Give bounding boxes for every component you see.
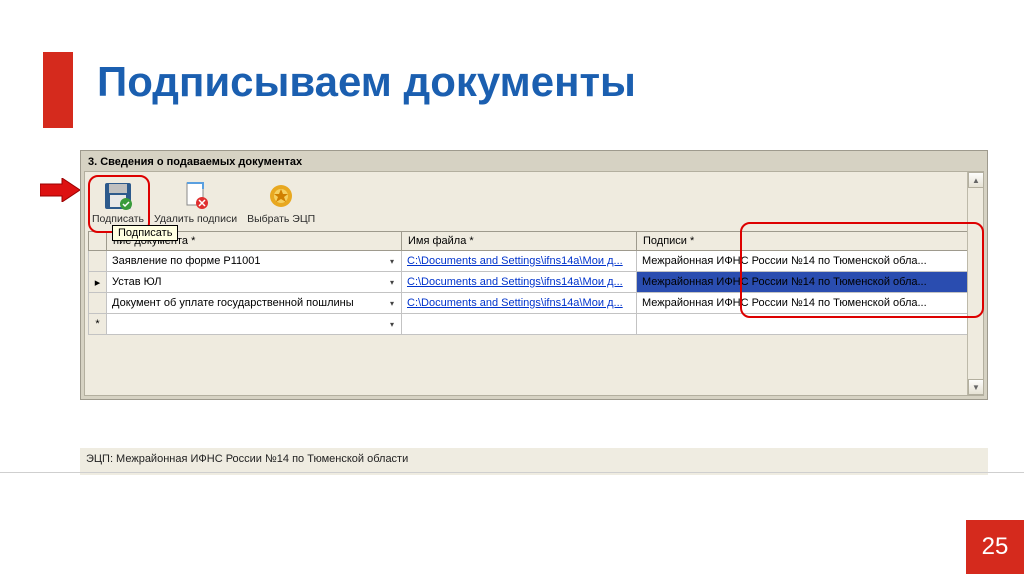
signature-cell[interactable] — [637, 314, 980, 335]
vertical-scrollbar[interactable]: ▲ ▼ — [967, 172, 983, 395]
chevron-down-icon[interactable]: ▾ — [385, 253, 399, 269]
signature-cell[interactable]: Межрайонная ИФНС России №14 по Тюменской… — [637, 251, 980, 272]
file-path-cell[interactable] — [402, 314, 637, 335]
file-path-cell[interactable]: C:\Documents and Settings\ifns14a\Мои д.… — [402, 251, 637, 272]
title-accent-bar — [43, 52, 73, 128]
row-marker: ▸ — [89, 272, 107, 293]
table-row[interactable]: Заявление по форме Р11001▾ C:\Documents a… — [89, 251, 980, 272]
file-path-cell[interactable]: C:\Documents and Settings\ifns14a\Мои д.… — [402, 272, 637, 293]
row-marker — [89, 293, 107, 314]
row-marker: * — [89, 314, 107, 335]
floppy-disk-icon — [101, 179, 135, 213]
slide-divider — [0, 472, 1024, 473]
page-title: Подписываем документы — [97, 58, 636, 106]
sign-button[interactable]: Подписать — [92, 179, 144, 225]
column-header-signatures[interactable]: Подписи * — [637, 232, 980, 251]
scroll-up-button[interactable]: ▲ — [968, 172, 984, 188]
delete-signatures-label: Удалить подписи — [154, 213, 237, 225]
file-link[interactable]: C:\Documents and Settings\ifns14a\Мои д.… — [407, 276, 623, 288]
toolbar: Подписать Удалить подписи — [88, 175, 980, 231]
doc-name-cell[interactable]: Устав ЮЛ▾ — [107, 272, 402, 293]
doc-name-cell[interactable]: Документ об уплате государственной пошли… — [107, 293, 402, 314]
section-header: 3. Сведения о подаваемых документах — [84, 154, 984, 171]
doc-name-cell[interactable]: ▾ — [107, 314, 402, 335]
documents-table: ние документа * Имя файла * Подписи * За… — [88, 231, 980, 335]
document-delete-icon — [179, 179, 213, 213]
chevron-down-icon[interactable]: ▾ — [385, 295, 399, 311]
inner-panel: Подписать Удалить подписи — [84, 171, 984, 396]
file-link[interactable]: C:\Documents and Settings\ifns14a\Мои д.… — [407, 297, 623, 309]
table-row[interactable]: Документ об уплате государственной пошли… — [89, 293, 980, 314]
file-link[interactable]: C:\Documents and Settings\ifns14a\Мои д.… — [407, 255, 623, 267]
seal-icon — [264, 179, 298, 213]
slide-number-badge: 25 — [966, 520, 1024, 574]
sign-button-label: Подписать — [92, 213, 144, 225]
scroll-track[interactable] — [968, 188, 983, 379]
doc-name-cell[interactable]: Заявление по форме Р11001▾ — [107, 251, 402, 272]
chevron-down-icon[interactable]: ▾ — [385, 316, 399, 332]
signature-cell[interactable]: Межрайонная ИФНС России №14 по Тюменской… — [637, 272, 980, 293]
document-panel: 3. Сведения о подаваемых документах Подп… — [80, 150, 988, 400]
chevron-down-icon[interactable]: ▾ — [385, 274, 399, 290]
delete-signatures-button[interactable]: Удалить подписи — [154, 179, 237, 225]
signature-cell[interactable]: Межрайонная ИФНС России №14 по Тюменской… — [637, 293, 980, 314]
status-bar: ЭЦП: Межрайонная ИФНС России №14 по Тюме… — [80, 447, 988, 475]
scroll-down-button[interactable]: ▼ — [968, 379, 984, 395]
row-marker-header — [89, 232, 107, 251]
choose-ecp-button[interactable]: Выбрать ЭЦП — [247, 179, 315, 225]
file-path-cell[interactable]: C:\Documents and Settings\ifns14a\Мои д.… — [402, 293, 637, 314]
table-row[interactable]: *▾ — [89, 314, 980, 335]
row-marker — [89, 251, 107, 272]
pointer-arrow-icon — [40, 178, 80, 202]
table-row[interactable]: ▸Устав ЮЛ▾ C:\Documents and Settings\ifns… — [89, 272, 980, 293]
sign-tooltip: Подписать — [112, 225, 178, 241]
choose-ecp-label: Выбрать ЭЦП — [247, 213, 315, 225]
column-header-file[interactable]: Имя файла * — [402, 232, 637, 251]
